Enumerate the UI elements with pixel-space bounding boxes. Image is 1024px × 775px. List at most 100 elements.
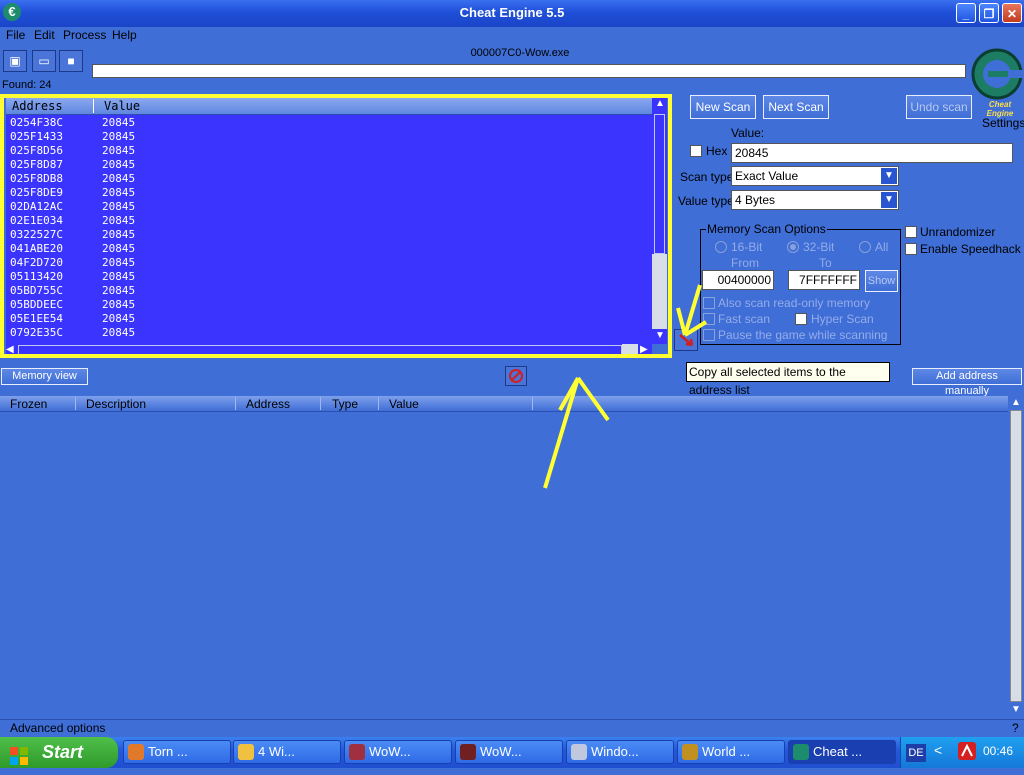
unrandomizer-label: Unrandomizer [920, 225, 996, 239]
task-label: Torn ... [148, 744, 188, 759]
taskbar-task[interactable]: WoW... [344, 740, 452, 764]
start-button[interactable]: Start [0, 737, 118, 768]
memory-view-button[interactable]: Memory view [1, 368, 88, 385]
menu-edit[interactable]: Edit [34, 28, 55, 42]
speedhack-label: Enable Speedhack [920, 242, 1021, 256]
status-bar [0, 719, 1024, 738]
scan-progress-bar [92, 64, 966, 78]
scroll-thumb[interactable] [1010, 410, 1022, 702]
chevron-down-icon[interactable]: ▼ [881, 168, 897, 184]
computer-icon: ▣ [9, 54, 21, 68]
show-button[interactable]: Show [865, 270, 898, 292]
to-label: To [819, 256, 832, 270]
task-label: World ... [702, 744, 751, 759]
task-label: WoW... [480, 744, 522, 759]
scroll-down-icon[interactable]: ▼ [1011, 704, 1021, 715]
close-button[interactable]: ✕ [1002, 3, 1022, 23]
task-label: 4 Wi... [258, 744, 295, 759]
app-icon [349, 744, 365, 760]
taskbar-task[interactable]: World ... [677, 740, 785, 764]
chevron-left-icon[interactable]: < [934, 742, 942, 758]
column-frozen[interactable]: Frozen [10, 397, 47, 411]
fast-scan-label: Fast scan [718, 312, 771, 326]
folder-icon: ▭ [38, 54, 50, 68]
settings-link[interactable]: Settings [982, 116, 1024, 130]
column-type[interactable]: Type [332, 397, 358, 411]
scan-type-label: Scan type [680, 170, 734, 184]
taskbar-task[interactable]: 4 Wi... [233, 740, 341, 764]
app-icon [571, 744, 587, 760]
column-description[interactable]: Description [86, 397, 146, 411]
chevron-down-icon[interactable]: ▼ [881, 192, 897, 208]
no-entry-icon [509, 369, 523, 383]
windows-logo-icon [10, 744, 28, 765]
pause-game-label: Pause the game while scanning [718, 328, 888, 342]
hex-checkbox[interactable] [690, 145, 702, 157]
radio-32bit[interactable] [787, 241, 799, 253]
app-icon [128, 744, 144, 760]
taskbar-task[interactable]: WoW... [455, 740, 563, 764]
help-icon[interactable]: ? [1012, 721, 1019, 735]
hyper-scan-label: Hyper Scan [811, 312, 874, 326]
column-value[interactable]: Value [389, 397, 419, 411]
taskbar-task[interactable]: Torn ... [123, 740, 231, 764]
taskbar-task[interactable]: Windo... [566, 740, 674, 764]
value-label: Value: [731, 126, 765, 140]
taskbar-task[interactable]: Cheat ... [788, 740, 896, 764]
from-address-input[interactable]: 00400000 [702, 270, 774, 290]
address-list[interactable] [0, 412, 1008, 718]
hyper-scan-checkbox[interactable] [795, 313, 807, 325]
menu-process[interactable]: Process [63, 28, 106, 42]
radio-all-label: All [875, 240, 889, 254]
scroll-up-icon[interactable]: ▲ [1011, 397, 1021, 408]
hex-label: Hex [706, 144, 728, 158]
value-type-value: 4 Bytes [735, 193, 776, 207]
task-label: WoW... [369, 744, 411, 759]
add-address-manually-button[interactable]: Add address manually [912, 368, 1022, 397]
new-scan-button[interactable]: New Scan [690, 95, 756, 119]
unrandomizer-checkbox[interactable] [905, 226, 917, 238]
save-button[interactable]: ■ [59, 50, 83, 72]
radio-16bit-label: 16-Bit [731, 240, 763, 254]
value-type-label: Value type [678, 194, 734, 208]
scan-type-value: Exact Value [735, 169, 799, 183]
memory-scan-options-title: Memory Scan Options [706, 222, 827, 236]
menu-file[interactable]: File [6, 28, 25, 42]
clear-list-button[interactable] [505, 366, 527, 386]
value-type-select[interactable]: 4 Bytes ▼ [731, 190, 899, 210]
column-address[interactable]: Address [246, 397, 290, 411]
undo-scan-button[interactable]: Undo scan [906, 95, 972, 119]
app-icon [460, 744, 476, 760]
radio-all[interactable] [859, 241, 871, 253]
task-label: Cheat ... [813, 744, 863, 759]
radio-16bit[interactable] [715, 241, 727, 253]
menu-help[interactable]: Help [112, 28, 137, 42]
advanced-options-link[interactable]: Advanced options [10, 721, 105, 735]
language-indicator[interactable]: DE [906, 744, 926, 762]
start-label: Start [42, 742, 84, 762]
column-divider [320, 397, 321, 410]
annotation-arrows [543, 284, 708, 489]
minimize-button[interactable]: _ [956, 3, 976, 23]
floppy-icon: ■ [67, 54, 75, 68]
from-label: From [731, 256, 759, 270]
clock: 00:46 [983, 744, 1014, 758]
to-address-input[interactable]: 7FFFFFFF [788, 270, 860, 290]
menu-bar [0, 27, 1024, 45]
scan-type-select[interactable]: Exact Value ▼ [731, 166, 899, 186]
app-icon [238, 744, 254, 760]
readonly-memory-label: Also scan read-only memory [718, 296, 871, 310]
app-icon [793, 744, 809, 760]
antivirus-icon[interactable] [958, 742, 976, 760]
process-label: 000007C0-Wow.exe [470, 47, 570, 59]
open-button[interactable]: ▭ [32, 50, 56, 72]
window-title: Cheat Engine 5.5 [459, 5, 565, 20]
maximize-button[interactable]: ❐ [979, 3, 999, 23]
tooltip: Copy all selected items to the address l… [686, 362, 890, 397]
column-divider [235, 397, 236, 410]
app-icon [682, 744, 698, 760]
speedhack-checkbox[interactable] [905, 243, 917, 255]
next-scan-button[interactable]: Next Scan [763, 95, 829, 119]
select-process-button[interactable]: ▣ [3, 50, 27, 72]
value-input[interactable]: 20845 [731, 143, 1013, 163]
